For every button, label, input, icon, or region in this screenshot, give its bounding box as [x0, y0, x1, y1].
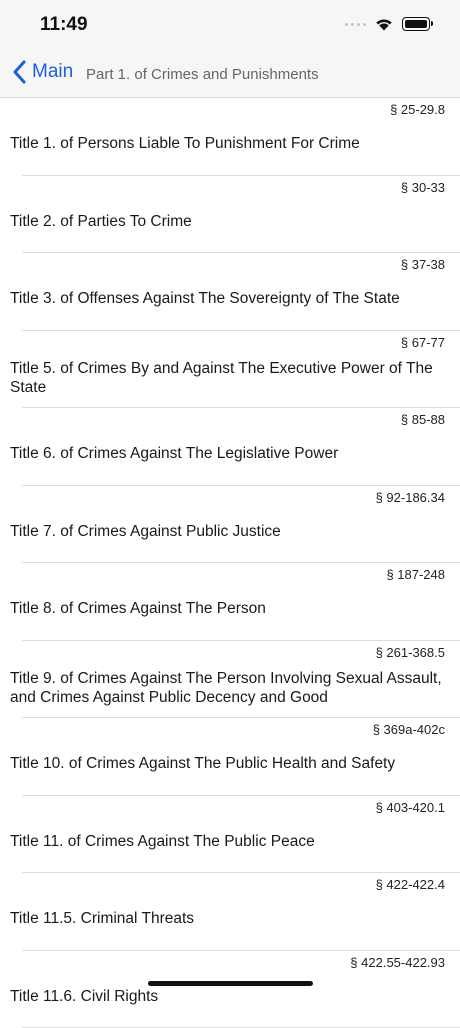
- list-item[interactable]: § 403-420.1 Title 11. of Crimes Against …: [0, 796, 460, 874]
- list-item[interactable]: § 85-88 Title 6. of Crimes Against The L…: [0, 408, 460, 486]
- wifi-icon: [374, 16, 394, 32]
- list-item[interactable]: § 422.55-422.93 Title 11.6. Civil Rights: [0, 951, 460, 1028]
- title-label: Title 3. of Offenses Against The Soverei…: [10, 289, 444, 308]
- section-range: § 67-77: [401, 335, 445, 350]
- section-range: § 369a-402c: [373, 722, 445, 737]
- section-range: § 25-29.8: [390, 102, 445, 117]
- chevron-left-icon: [12, 60, 26, 84]
- status-bar: 11:49: [0, 0, 460, 50]
- title-label: Title 11. of Crimes Against The Public P…: [10, 832, 444, 851]
- section-range: § 261-368.5: [376, 645, 445, 660]
- back-button[interactable]: Main: [12, 60, 73, 84]
- list-item[interactable]: § 422-422.4 Title 11.5. Criminal Threats: [0, 873, 460, 951]
- title-label: Title 11.6. Civil Rights: [10, 987, 444, 1006]
- status-time: 11:49: [40, 14, 88, 36]
- title-label: Title 9. of Crimes Against The Person In…: [10, 669, 444, 707]
- home-indicator[interactable]: [148, 981, 313, 986]
- page-title: Part 1. of Crimes and Punishments: [86, 66, 319, 83]
- list-item[interactable]: § 67-77 Title 5. of Crimes By and Agains…: [0, 331, 460, 409]
- title-label: Title 8. of Crimes Against The Person: [10, 599, 444, 618]
- title-label: Title 6. of Crimes Against The Legislati…: [10, 444, 444, 463]
- section-range: § 85-88: [401, 412, 445, 427]
- section-range: § 37-38: [401, 257, 445, 272]
- list-item[interactable]: § 92-186.34 Title 7. of Crimes Against P…: [0, 486, 460, 564]
- list-item[interactable]: § 187-248 Title 8. of Crimes Against The…: [0, 563, 460, 641]
- list-item[interactable]: § 30-33 Title 2. of Parties To Crime: [0, 176, 460, 254]
- section-range: § 422.55-422.93: [350, 955, 445, 970]
- navigation-bar: Main Part 1. of Crimes and Punishments: [0, 50, 460, 98]
- cellular-signal-icon: [345, 23, 366, 26]
- section-range: § 422-422.4: [376, 877, 445, 892]
- battery-icon: [402, 17, 430, 31]
- title-label: Title 10. of Crimes Against The Public H…: [10, 754, 444, 773]
- list-item[interactable]: § 37-38 Title 3. of Offenses Against The…: [0, 253, 460, 331]
- title-label: Title 1. of Persons Liable To Punishment…: [10, 134, 444, 153]
- section-range: § 403-420.1: [376, 800, 445, 815]
- title-label: Title 7. of Crimes Against Public Justic…: [10, 522, 444, 541]
- title-label: Title 11.5. Criminal Threats: [10, 909, 444, 928]
- title-label: Title 2. of Parties To Crime: [10, 212, 444, 231]
- list-item[interactable]: § 261-368.5 Title 9. of Crimes Against T…: [0, 641, 460, 719]
- section-range: § 30-33: [401, 180, 445, 195]
- back-button-label: Main: [32, 61, 73, 83]
- list-item[interactable]: § 369a-402c Title 10. of Crimes Against …: [0, 718, 460, 796]
- list-item[interactable]: § 25-29.8 Title 1. of Persons Liable To …: [0, 98, 460, 176]
- titles-list: § 25-29.8 Title 1. of Persons Liable To …: [0, 98, 460, 1028]
- status-icons: [345, 16, 430, 32]
- title-label: Title 5. of Crimes By and Against The Ex…: [10, 359, 444, 397]
- section-range: § 187-248: [386, 567, 445, 582]
- section-range: § 92-186.34: [376, 490, 445, 505]
